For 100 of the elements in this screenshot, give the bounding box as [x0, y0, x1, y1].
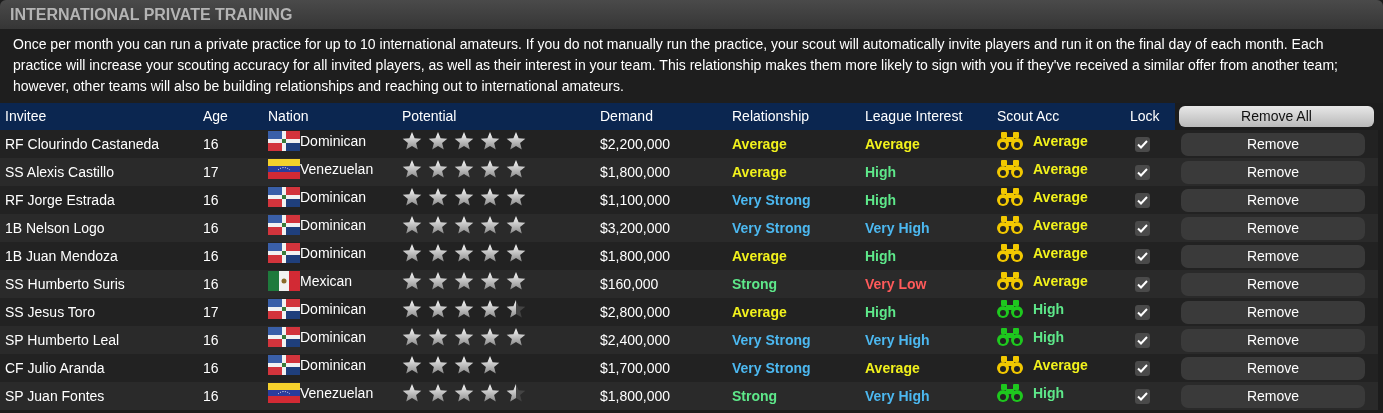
flag-icon: [268, 271, 300, 292]
remove-button[interactable]: Remove: [1181, 300, 1365, 324]
flag-icon: [268, 327, 300, 348]
star-icon: [480, 299, 500, 319]
column-header: Demand: [600, 108, 653, 124]
scout-accuracy-value: High: [1033, 327, 1065, 347]
nation-name: Dominican: [300, 187, 367, 207]
invitee-name: SS Alexis Castillo: [5, 163, 114, 180]
relationship-value: Very Strong: [732, 359, 811, 376]
remove-button[interactable]: Remove: [1181, 216, 1365, 240]
flag-icon: [268, 355, 300, 376]
scout-accuracy-value: Average: [1033, 355, 1088, 375]
star-icon: [454, 355, 474, 375]
star-icon: [480, 159, 500, 179]
demand-value: $1,100,000: [600, 191, 671, 208]
lock-checkbox[interactable]: [1135, 248, 1150, 264]
star-icon: [402, 187, 422, 207]
relationship-value: Very Strong: [732, 331, 811, 348]
nation-name: Dominican: [300, 327, 367, 347]
remove-button[interactable]: Remove: [1181, 356, 1365, 380]
lock-checkbox[interactable]: [1135, 332, 1150, 348]
star-icon: [480, 243, 500, 263]
nation-name: Venezuelan: [300, 159, 374, 179]
league-interest-value: High: [865, 191, 897, 208]
column-header: Lock: [1130, 108, 1160, 124]
star-icon: [506, 271, 526, 291]
flag-icon: [268, 215, 300, 236]
remove-button[interactable]: Remove: [1181, 328, 1365, 352]
nation-name: Dominican: [300, 243, 367, 263]
remove-button[interactable]: Remove: [1181, 188, 1365, 212]
league-interest-value: High: [865, 303, 897, 320]
remove-button[interactable]: Remove: [1181, 244, 1365, 268]
column-header: Nation: [268, 108, 309, 124]
remove-button[interactable]: Remove: [1181, 160, 1365, 184]
scout-accuracy-value: Average: [1033, 215, 1088, 235]
scout-accuracy-value: Average: [1033, 187, 1088, 207]
star-icon: [506, 327, 526, 347]
invitee-name: SP Humberto Leal: [5, 331, 120, 348]
half-star-icon: [506, 383, 526, 403]
invitee-name: SS Jesus Toro: [5, 303, 95, 320]
star-icon: [506, 131, 526, 151]
star-icon: [480, 383, 500, 403]
lock-checkbox[interactable]: [1135, 192, 1150, 208]
demand-value: $3,200,000: [600, 219, 671, 236]
invitee-name: RF Clourindo Castaneda: [5, 135, 160, 152]
star-icon: [402, 131, 422, 151]
remove-button[interactable]: Remove: [1181, 384, 1365, 408]
star-icon: [454, 243, 474, 263]
relationship-value: Average: [732, 303, 787, 320]
relationship-value: Average: [732, 163, 787, 180]
demand-value: $1,800,000: [600, 247, 671, 264]
star-icon: [402, 271, 422, 291]
lock-checkbox[interactable]: [1135, 220, 1150, 236]
lock-checkbox[interactable]: [1135, 276, 1150, 292]
age-value: 16: [203, 331, 219, 348]
age-value: 16: [203, 275, 219, 292]
lock-checkbox[interactable]: [1135, 360, 1150, 376]
demand-value: $2,200,000: [600, 135, 671, 152]
remove-button[interactable]: Remove: [1181, 132, 1365, 156]
half-star-icon: [506, 299, 526, 319]
remove-button[interactable]: Remove: [1181, 272, 1365, 296]
scout-accuracy-value: Average: [1033, 271, 1088, 291]
column-header: Scout Acc: [997, 108, 1060, 124]
star-icon: [454, 383, 474, 403]
star-icon: [402, 355, 422, 375]
scout-accuracy-value: High: [1033, 299, 1065, 319]
lock-checkbox[interactable]: [1135, 388, 1150, 404]
invitee-name: SP Juan Fontes: [5, 387, 105, 404]
league-interest-value: Very High: [865, 219, 930, 236]
star-icon: [506, 243, 526, 263]
star-icon: [454, 299, 474, 319]
flag-icon: [268, 187, 300, 208]
relationship-value: Very Strong: [732, 219, 811, 236]
column-header: Age: [203, 108, 228, 124]
age-value: 16: [203, 359, 219, 376]
star-icon: [454, 327, 474, 347]
league-interest-value: High: [865, 163, 897, 180]
remove-all-button[interactable]: Remove All: [1179, 106, 1374, 127]
star-icon: [480, 271, 500, 291]
star-icon: [454, 215, 474, 235]
demand-value: $1,700,000: [600, 359, 671, 376]
star-icon: [428, 187, 448, 207]
nation-name: Dominican: [300, 299, 367, 319]
relationship-value: Strong: [732, 387, 778, 404]
invitee-name: SS Humberto Suris: [5, 275, 125, 292]
star-icon: [480, 187, 500, 207]
star-icon: [428, 327, 448, 347]
lock-checkbox[interactable]: [1135, 164, 1150, 180]
invitee-name: CF Julio Aranda: [5, 359, 105, 376]
star-icon: [454, 131, 474, 151]
star-icon: [428, 271, 448, 291]
lock-checkbox[interactable]: [1135, 136, 1150, 152]
star-icon: [428, 355, 448, 375]
nation-name: Venezuelan: [300, 383, 374, 403]
column-header: Potential: [402, 108, 457, 124]
star-icon: [402, 383, 422, 403]
demand-value: $1,800,000: [600, 387, 671, 404]
lock-checkbox[interactable]: [1135, 304, 1150, 320]
star-icon: [402, 159, 422, 179]
scout-accuracy-value: Average: [1033, 159, 1088, 179]
